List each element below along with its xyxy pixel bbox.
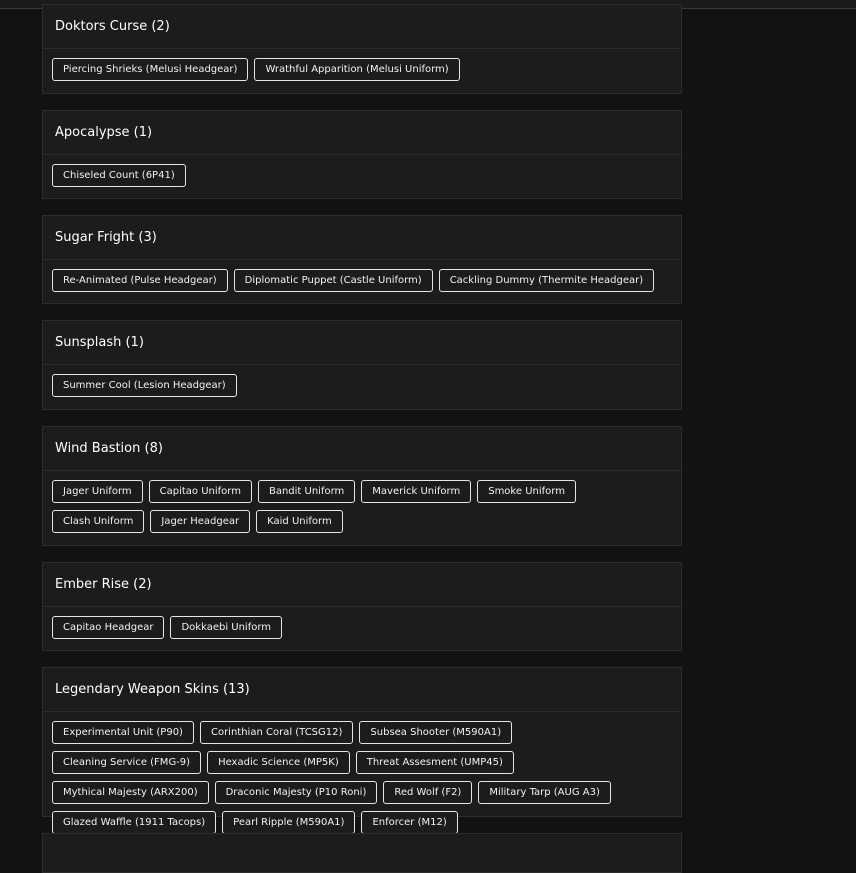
section-card-sugar-fright: Sugar Fright (3) Re-Animated (Pulse Head… xyxy=(42,215,682,304)
item-chip[interactable]: Jager Uniform xyxy=(52,480,143,503)
section-header: Ember Rise (2) xyxy=(43,563,681,607)
section-card-doktors-curse: Doktors Curse (2) Piercing Shrieks (Melu… xyxy=(42,4,682,94)
section-header: Doktors Curse (2) xyxy=(43,5,681,49)
item-chip[interactable]: Summer Cool (Lesion Headgear) xyxy=(52,374,237,397)
section-title: Ember Rise (2) xyxy=(55,577,152,592)
section-header: Sunsplash (1) xyxy=(43,321,681,365)
section-items: Capitao Headgear Dokkaebi Uniform xyxy=(43,607,681,646)
item-chip[interactable]: Draconic Majesty (P10 Roni) xyxy=(214,781,378,804)
item-chip[interactable]: Red Wolf (F2) xyxy=(383,781,473,804)
item-chip[interactable]: Clash Uniform xyxy=(52,510,145,533)
item-chip[interactable]: Threat Assesment (UMP45) xyxy=(355,751,514,774)
item-chip[interactable]: Smoke Uniform xyxy=(477,480,576,503)
section-header: Wind Bastion (8) xyxy=(43,427,681,471)
section-card-apocalypse: Apocalypse (1) Chiseled Count (6P41) xyxy=(42,110,682,199)
section-title: Sunsplash (1) xyxy=(55,335,144,350)
item-chip[interactable]: Chiseled Count (6P41) xyxy=(52,164,186,187)
item-chip[interactable]: Dokkaebi Uniform xyxy=(170,616,283,639)
item-chip[interactable]: Subsea Shooter (M590A1) xyxy=(359,721,513,744)
section-title: Apocalypse (1) xyxy=(55,125,153,140)
section-header: Sugar Fright (3) xyxy=(43,216,681,260)
item-chip[interactable]: Hexadic Science (MP5K) xyxy=(207,751,350,774)
item-chip[interactable]: Experimental Unit (P90) xyxy=(52,721,194,744)
item-chip[interactable]: Jager Headgear xyxy=(150,510,251,533)
item-chip[interactable]: Cackling Dummy (Thermite Headgear) xyxy=(438,269,655,292)
item-chip[interactable]: Capitao Uniform xyxy=(148,480,252,503)
item-chip[interactable]: Maverick Uniform xyxy=(361,480,472,503)
item-chip[interactable]: Piercing Shrieks (Melusi Headgear) xyxy=(52,58,249,81)
item-chip[interactable]: Corinthian Coral (TCSG12) xyxy=(199,721,354,744)
item-chip[interactable]: Enforcer (M12) xyxy=(361,811,458,834)
item-chip[interactable]: Pearl Ripple (M590A1) xyxy=(222,811,356,834)
section-header: Legendary Weapon Skins (13) xyxy=(43,668,681,712)
section-title: Legendary Weapon Skins (13) xyxy=(55,682,250,697)
item-chip[interactable]: Glazed Waffle (1911 Tacops) xyxy=(52,811,217,834)
section-card-ember-rise: Ember Rise (2) Capitao Headgear Dokkaebi… xyxy=(42,562,682,651)
item-chip[interactable]: Mythical Majesty (ARX200) xyxy=(52,781,209,804)
item-chip[interactable]: Capitao Headgear xyxy=(52,616,165,639)
section-card-sunsplash: Sunsplash (1) Summer Cool (Lesion Headge… xyxy=(42,320,682,410)
section-items: Summer Cool (Lesion Headgear) xyxy=(43,365,681,404)
section-items: Piercing Shrieks (Melusi Headgear) Wrath… xyxy=(43,49,681,88)
item-chip[interactable]: Military Tarp (AUG A3) xyxy=(478,781,611,804)
item-chip[interactable]: Diplomatic Puppet (Castle Uniform) xyxy=(233,269,433,292)
item-chip[interactable]: Bandit Uniform xyxy=(257,480,356,503)
item-chip[interactable]: Cleaning Service (FMG-9) xyxy=(52,751,202,774)
section-items: Jager Uniform Capitao Uniform Bandit Uni… xyxy=(43,471,681,540)
item-chip[interactable]: Kaid Uniform xyxy=(256,510,343,533)
section-title: Wind Bastion (8) xyxy=(55,441,163,456)
section-card-wind-bastion: Wind Bastion (8) Jager Uniform Capitao U… xyxy=(42,426,682,546)
section-title: Sugar Fright (3) xyxy=(55,230,157,245)
item-chip[interactable]: Re-Animated (Pulse Headgear) xyxy=(52,269,228,292)
item-chip[interactable]: Wrathful Apparition (Melusi Uniform) xyxy=(254,58,460,81)
section-items: Experimental Unit (P90) Corinthian Coral… xyxy=(43,712,681,841)
section-card-legendary-weapon-skins: Legendary Weapon Skins (13) Experimental… xyxy=(42,667,682,834)
section-title: Doktors Curse (2) xyxy=(55,19,170,34)
section-card-next xyxy=(42,833,682,873)
section-items: Chiseled Count (6P41) xyxy=(43,155,681,194)
section-items: Re-Animated (Pulse Headgear) Diplomatic … xyxy=(43,260,681,299)
section-header: Apocalypse (1) xyxy=(43,111,681,155)
